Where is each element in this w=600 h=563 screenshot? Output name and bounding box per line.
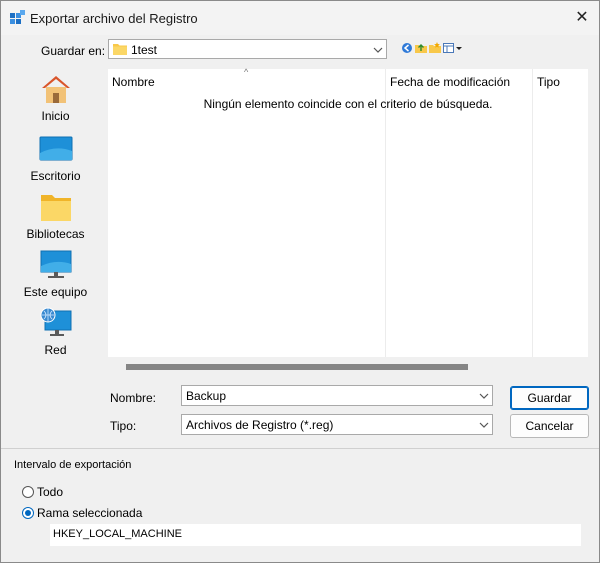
file-list[interactable]: ^ Nombre Fecha de modificación Tipo Ning… [108,67,588,357]
close-button[interactable]: ✕ [571,7,593,29]
place-label: Inicio [41,109,70,123]
place-libraries[interactable]: Bibliotecas [10,191,101,247]
home-icon [42,76,70,103]
place-label: Este equipo [23,285,88,299]
save-in-combo[interactable]: 1test [108,39,387,59]
save-in-label: Guardar en: [41,44,106,58]
place-label: Escritorio [30,169,81,183]
radio-selected-branch-label[interactable]: Rama seleccionada [37,506,142,520]
empty-message: Ningún elemento coincide con el criterio… [203,97,493,111]
place-desktop[interactable]: Escritorio [10,133,101,189]
up-folder-icon[interactable] [415,42,427,54]
radio-all[interactable] [22,486,34,498]
filename-value: Backup [186,389,227,403]
filename-label: Nombre: [110,391,157,405]
registry-icon [10,10,25,24]
new-folder-icon[interactable] [429,42,441,54]
column-header-date[interactable]: Fecha de modificación [390,75,510,89]
filetype-select[interactable]: Archivos de Registro (*.reg) [181,414,493,435]
view-menu-icon[interactable] [443,42,463,54]
sort-indicator-icon: ^ [244,67,249,77]
export-range-title: Intervalo de exportación [14,459,132,471]
branch-path-value: HKEY_LOCAL_MACHINE [53,528,182,540]
place-network[interactable]: Red [10,307,101,363]
navigation-toolbar [401,41,463,55]
place-this-pc[interactable]: Este equipo [10,249,101,305]
title-bar: Exportar archivo del Registro ✕ [1,1,599,35]
radio-all-label[interactable]: Todo [37,485,63,499]
libraries-icon [41,195,71,221]
export-registry-dialog: Exportar archivo del Registro ✕ Guardar … [0,0,600,563]
filetype-value: Archivos de Registro (*.reg) [186,418,334,432]
column-divider[interactable] [385,69,386,357]
place-label: Red [44,343,67,357]
back-icon[interactable] [401,42,413,54]
folder-icon [113,44,127,55]
filename-input[interactable]: Backup [181,385,493,406]
place-home[interactable]: Inicio [10,73,101,129]
place-label: Bibliotecas [26,227,85,241]
save-in-value: 1test [131,43,158,57]
branch-path-field[interactable]: HKEY_LOCAL_MACHINE [50,524,581,546]
column-header-name[interactable]: Nombre [112,75,155,89]
horizontal-scrollbar[interactable] [108,361,588,373]
network-icon [40,307,72,336]
places-bar: Inicio Escritorio Bibliotecas Este equip… [10,69,101,359]
radio-selected-branch[interactable] [22,507,34,519]
window-title: Exportar archivo del Registro [30,11,198,26]
column-divider[interactable] [532,69,533,357]
chevron-down-icon [479,422,489,428]
column-header-type[interactable]: Tipo [537,75,560,89]
scrollbar-thumb[interactable] [126,364,468,370]
filetype-label: Tipo: [110,419,137,433]
save-button[interactable]: Guardar [510,386,589,410]
desktop-icon [39,136,73,161]
chevron-down-icon [373,47,383,53]
chevron-down-icon[interactable] [479,391,489,401]
this-pc-icon [40,250,72,278]
cancel-button[interactable]: Cancelar [510,414,589,438]
